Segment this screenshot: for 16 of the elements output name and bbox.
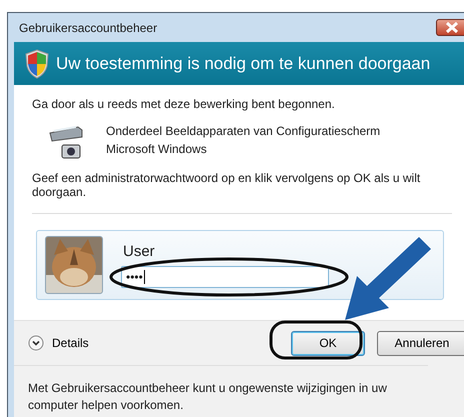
program-publisher: Microsoft Windows xyxy=(106,142,208,156)
window-title: Gebruikersaccountbeheer xyxy=(19,20,158,34)
user-name: User xyxy=(122,242,156,260)
program-name: Onderdeel Beeldapparaten van Configuratiescherm xyxy=(106,124,380,138)
close-button[interactable] xyxy=(436,19,464,36)
shield-icon xyxy=(25,48,49,78)
intro-text: Ga door als u reeds met deze bewerking bent begonnen. xyxy=(32,97,336,111)
ok-button[interactable]: OK xyxy=(291,330,365,356)
cancel-button[interactable]: Annuleren xyxy=(377,330,464,356)
password-field[interactable]: •••• xyxy=(121,266,329,288)
close-icon xyxy=(445,22,459,33)
details-toggle[interactable]: Details xyxy=(28,335,89,351)
footer-text: Met Gebruikersaccountbeheer kunt u ongewenste wijzigingen in uw computer helpen voorkomen. xyxy=(14,365,428,417)
instruction-text: Geef een administratorwachtwoord op en klik vervolgens op OK als u wilt doorgaan. xyxy=(32,171,422,199)
header-title: Uw toestemming is nodig om te kunnen doorgaan xyxy=(56,54,430,74)
chevron-icon xyxy=(28,335,44,351)
